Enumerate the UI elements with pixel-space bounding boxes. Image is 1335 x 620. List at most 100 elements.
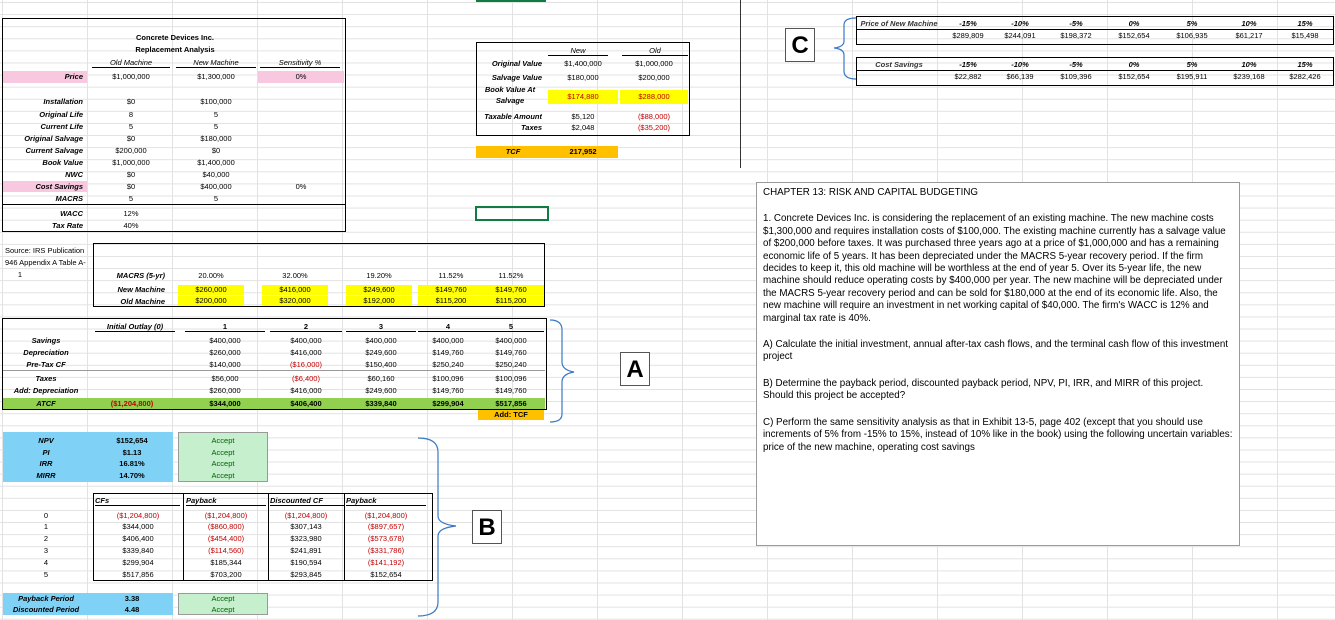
cashflow-value[interactable]: $100,096 <box>478 374 544 383</box>
payback-period-decision[interactable]: Accept <box>178 594 268 603</box>
cashflow-value[interactable]: $249,600 <box>346 348 416 357</box>
payback-discounted-cumulative[interactable]: ($1,204,800) <box>346 511 426 520</box>
payback-cumulative[interactable]: $185,344 <box>185 558 267 567</box>
metric-value[interactable]: $152,654 <box>92 436 172 445</box>
payback-cf[interactable]: ($1,204,800) <box>95 511 181 520</box>
macrs-old-depr[interactable]: $192,000 <box>346 296 412 306</box>
selected-cell[interactable] <box>475 206 549 221</box>
payback-cf[interactable]: $299,904 <box>95 558 181 567</box>
salvage-old-value[interactable]: $200,000 <box>620 73 688 82</box>
cashflow-value[interactable]: $400,000 <box>270 336 342 345</box>
cashflow-value[interactable]: $260,000 <box>185 386 265 395</box>
input-old-value[interactable]: $0 <box>92 97 170 106</box>
input-old-value[interactable]: $0 <box>92 182 170 191</box>
metric-value[interactable]: 16.81% <box>92 459 172 468</box>
cashflow-value[interactable]: $400,000 <box>418 336 478 345</box>
cashflow-value[interactable]: $149,760 <box>418 348 478 357</box>
cashflow-value[interactable]: $250,240 <box>418 360 478 369</box>
macrs-old-depr[interactable]: $320,000 <box>262 296 328 306</box>
cashflow-value[interactable]: ($6,400) <box>270 374 342 383</box>
payback-discounted-cumulative[interactable]: ($573,678) <box>346 534 426 543</box>
salvage-new-value[interactable]: $2,048 <box>548 123 618 132</box>
input-new-value[interactable]: $40,000 <box>176 170 256 179</box>
sensitivity-value[interactable]: $15,498 <box>1278 31 1332 40</box>
atcf-value[interactable]: $299,904 <box>418 399 478 408</box>
cashflow-value[interactable]: $140,000 <box>185 360 265 369</box>
payback-cumulative[interactable]: $703,200 <box>185 570 267 579</box>
atcf-value[interactable]: $344,000 <box>185 399 265 408</box>
input-old-value[interactable]: $0 <box>92 134 170 143</box>
price-new[interactable]: $1,300,000 <box>176 72 256 81</box>
macrs-new-depr[interactable]: $260,000 <box>178 285 244 295</box>
input-old-value[interactable]: 5 <box>92 194 170 203</box>
payback-discounted-cf[interactable]: $307,143 <box>270 522 342 531</box>
macrs-old-depr[interactable]: $115,200 <box>418 296 484 306</box>
cashflow-value[interactable]: $260,000 <box>185 348 265 357</box>
payback-cf[interactable]: $517,856 <box>95 570 181 579</box>
cashflow-value[interactable]: $416,000 <box>270 386 342 395</box>
cashflow-value[interactable]: $416,000 <box>270 348 342 357</box>
payback-discounted-cumulative[interactable]: ($897,657) <box>346 522 426 531</box>
payback-discounted-cf[interactable]: $190,594 <box>270 558 342 567</box>
cashflow-value[interactable]: $100,096 <box>418 374 478 383</box>
input-sensitivity[interactable]: 0% <box>258 182 344 191</box>
sensitivity-value[interactable]: $244,091 <box>994 31 1046 40</box>
payback-period-value[interactable]: 3.38 <box>92 594 172 603</box>
input-old-value[interactable]: $0 <box>92 170 170 179</box>
input-new-value[interactable]: 5 <box>176 194 256 203</box>
input-old-value[interactable]: 40% <box>92 221 170 230</box>
input-new-value[interactable]: $400,000 <box>176 182 256 191</box>
payback-cumulative[interactable]: ($860,800) <box>185 522 267 531</box>
payback-cf[interactable]: $339,840 <box>95 546 181 555</box>
salvage-old-value[interactable]: ($88,000) <box>620 112 688 121</box>
cashflow-value[interactable]: $150,400 <box>346 360 416 369</box>
discounted-period-value[interactable]: 4.48 <box>92 605 172 614</box>
payback-discounted-cumulative[interactable]: ($331,786) <box>346 546 426 555</box>
metric-decision[interactable]: Accept <box>178 436 268 445</box>
input-old-value[interactable]: 5 <box>92 122 170 131</box>
salvage-new-value[interactable]: $5,120 <box>548 112 618 121</box>
input-old-value[interactable]: $1,000,000 <box>92 158 170 167</box>
payback-cf[interactable]: $344,000 <box>95 522 181 531</box>
sensitivity-value[interactable]: $198,372 <box>1048 31 1104 40</box>
salvage-new-value[interactable]: $1,400,000 <box>548 59 618 68</box>
macrs-old-depr[interactable]: $115,200 <box>478 296 544 306</box>
atcf-value[interactable]: $339,840 <box>346 399 416 408</box>
input-old-value[interactable]: 8 <box>92 110 170 119</box>
macrs-new-depr[interactable]: $416,000 <box>262 285 328 295</box>
tcf-value[interactable]: 217,952 <box>548 146 618 158</box>
cashflow-value[interactable]: $60,160 <box>346 374 416 383</box>
sensitivity-value[interactable]: $22,882 <box>944 72 992 81</box>
payback-discounted-cumulative[interactable]: $152,654 <box>346 570 426 579</box>
metric-decision[interactable]: Accept <box>178 448 268 457</box>
macrs-new-depr[interactable]: $149,760 <box>418 285 484 295</box>
metric-decision[interactable]: Accept <box>178 471 268 480</box>
cashflow-value[interactable]: $400,000 <box>346 336 416 345</box>
sensitivity-value[interactable]: $289,809 <box>944 31 992 40</box>
input-new-value[interactable]: $0 <box>176 146 256 155</box>
atcf-value[interactable]: $406,400 <box>270 399 342 408</box>
cashflow-value[interactable]: $56,000 <box>185 374 265 383</box>
payback-discounted-cf[interactable]: ($1,204,800) <box>270 511 342 520</box>
input-new-value[interactable]: $1,400,000 <box>176 158 256 167</box>
payback-discounted-cf[interactable]: $241,891 <box>270 546 342 555</box>
atcf-outlay[interactable]: ($1,204,800) <box>92 399 172 408</box>
payback-discounted-cf[interactable]: $323,980 <box>270 534 342 543</box>
input-new-value[interactable]: 5 <box>176 110 256 119</box>
cashflow-value[interactable]: $149,760 <box>418 386 478 395</box>
payback-cf[interactable]: $406,400 <box>95 534 181 543</box>
atcf-value[interactable]: $517,856 <box>478 399 544 408</box>
sensitivity-value[interactable]: $61,217 <box>1222 31 1276 40</box>
input-new-value[interactable]: $100,000 <box>176 97 256 106</box>
salvage-old-value[interactable]: $288,000 <box>620 90 688 104</box>
cashflow-value[interactable]: $400,000 <box>185 336 265 345</box>
sensitivity-value[interactable]: $66,139 <box>994 72 1046 81</box>
cashflow-value[interactable]: $249,600 <box>346 386 416 395</box>
sensitivity-value[interactable]: $239,168 <box>1222 72 1276 81</box>
input-old-value[interactable]: 12% <box>92 209 170 218</box>
cashflow-value[interactable]: $149,760 <box>478 386 544 395</box>
macrs-new-depr[interactable]: $249,600 <box>346 285 412 295</box>
salvage-new-value[interactable]: $174,880 <box>548 90 618 104</box>
price-old[interactable]: $1,000,000 <box>92 72 170 81</box>
sensitivity-value[interactable]: $106,935 <box>1164 31 1220 40</box>
